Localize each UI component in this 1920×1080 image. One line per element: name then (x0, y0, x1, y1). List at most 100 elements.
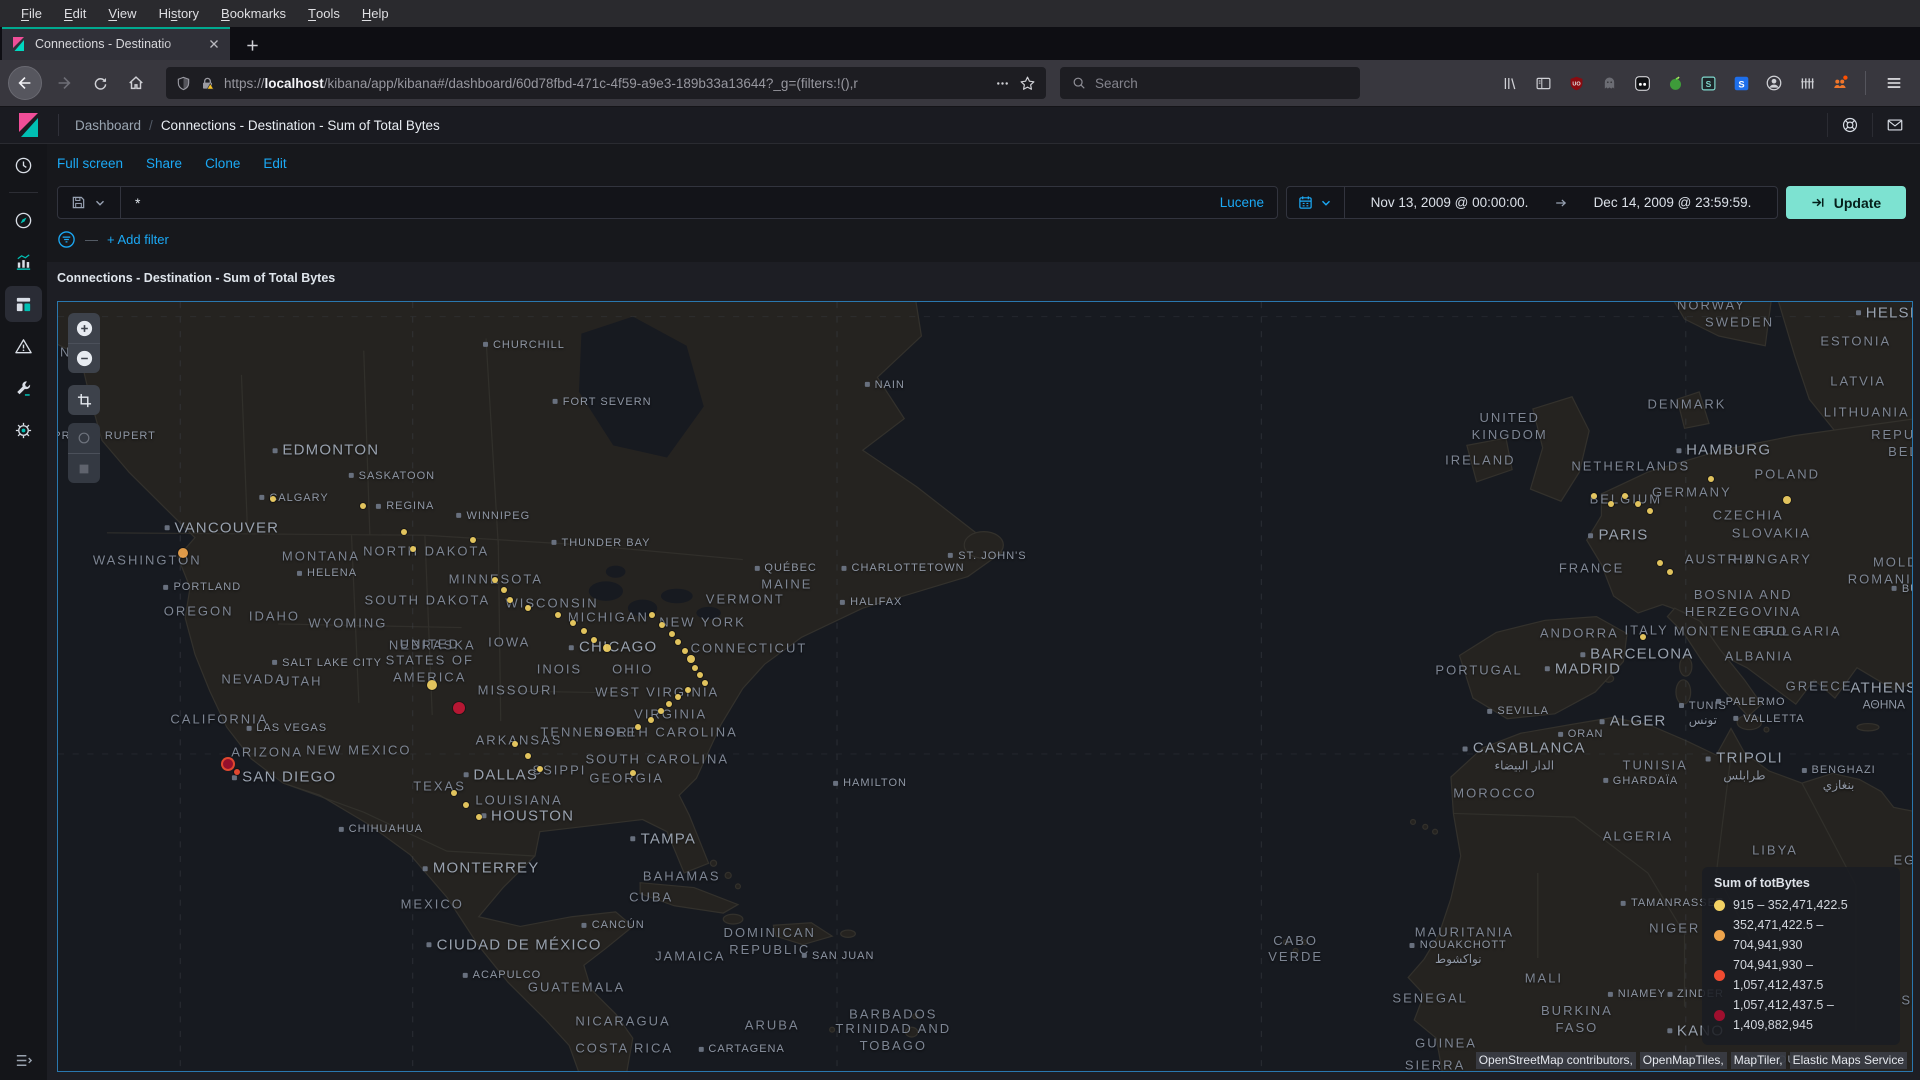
map-data-point[interactable] (409, 545, 416, 552)
map-data-point[interactable] (1608, 500, 1615, 507)
sidebar-item-management[interactable] (0, 409, 47, 451)
attribution-link[interactable]: MapTiler, (1730, 1052, 1786, 1069)
menu-item-edit[interactable]: Edit (53, 0, 97, 27)
map-data-point[interactable] (512, 741, 519, 748)
back-button[interactable] (8, 66, 42, 100)
map-data-point[interactable] (569, 619, 576, 626)
stylus-icon[interactable]: S (1697, 72, 1719, 94)
sidebar-item-dashboard[interactable] (0, 283, 47, 325)
page-actions-icon[interactable] (995, 76, 1010, 91)
map-data-point[interactable] (1621, 493, 1628, 500)
map-data-point[interactable] (687, 655, 696, 664)
date-quick-menu[interactable] (1287, 187, 1345, 218)
library-icon[interactable] (1499, 72, 1521, 94)
map-data-point[interactable] (668, 630, 675, 637)
newsfeed-icon[interactable] (1886, 116, 1904, 134)
map-data-point[interactable] (270, 495, 277, 502)
lock-warning-icon[interactable] (200, 76, 215, 91)
map-data-point[interactable] (659, 622, 666, 629)
home-button[interactable] (118, 66, 154, 100)
map-data-point[interactable] (634, 724, 641, 731)
browser-search[interactable]: Search (1060, 67, 1360, 99)
sidebar-item-recent[interactable] (0, 144, 47, 186)
blue-s-icon[interactable]: S (1730, 72, 1752, 94)
menu-hamburger-icon[interactable] (1876, 66, 1912, 100)
ublock-icon[interactable]: UO (1565, 72, 1587, 94)
map-data-point[interactable] (427, 679, 438, 690)
sidebar-item-dev-tools[interactable] (0, 367, 47, 409)
cookie-icon[interactable] (1631, 72, 1653, 94)
map-data-point[interactable] (1666, 568, 1673, 575)
menu-item-tools[interactable]: Tools (297, 0, 351, 27)
attribution-link[interactable]: Elastic Maps Service (1789, 1052, 1907, 1069)
edit-link[interactable]: Edit (263, 156, 286, 171)
map-data-point[interactable] (536, 765, 543, 772)
map-data-point[interactable] (692, 664, 699, 671)
map-data-point[interactable] (1639, 634, 1646, 641)
browser-tab[interactable]: Connections - Destinatio (2, 27, 230, 60)
menu-item-history[interactable]: Hi s tory (148, 0, 210, 27)
map-data-point[interactable] (491, 577, 498, 584)
map-data-point[interactable] (666, 701, 673, 708)
attribution-link[interactable]: OpenMapTiles, (1639, 1052, 1727, 1069)
sidebar-icon[interactable] (1532, 72, 1554, 94)
map-data-point[interactable] (701, 680, 708, 687)
attribution-link[interactable]: OpenStreetMap contributors, (1475, 1052, 1636, 1069)
new-tab-button[interactable] (236, 30, 268, 60)
box-select-button[interactable] (68, 385, 100, 415)
draw-rect-button[interactable] (68, 453, 100, 483)
reload-button[interactable] (82, 66, 118, 100)
map-data-point[interactable] (524, 605, 531, 612)
coordinate-map[interactable]: CHURCHILL FORT SEVERN NAIN PRINCE RUPERT EDM… (57, 301, 1913, 1072)
forward-button[interactable] (46, 66, 82, 100)
tab-close-icon[interactable] (207, 37, 221, 51)
update-button[interactable]: Update (1786, 186, 1906, 219)
map-data-point[interactable] (580, 628, 587, 635)
orange-people-icon[interactable] (1829, 72, 1851, 94)
map-data-point[interactable] (675, 639, 682, 646)
map-data-point[interactable] (507, 596, 514, 603)
map-data-point[interactable] (603, 644, 612, 653)
share-link[interactable]: Share (146, 156, 182, 171)
zoom-in-button[interactable] (68, 313, 100, 343)
map-data-point[interactable] (629, 770, 636, 777)
help-icon[interactable] (1841, 116, 1859, 134)
menu-item-view[interactable]: View (97, 0, 147, 27)
menu-item-bookmarks[interactable]: Bookmarks (210, 0, 297, 27)
map-data-point[interactable] (555, 612, 562, 619)
ghost-icon[interactable] (1598, 72, 1620, 94)
map-data-point[interactable] (590, 636, 597, 643)
map-data-point[interactable] (675, 693, 682, 700)
draw-circle-button[interactable] (68, 423, 100, 453)
tracking-shield-icon[interactable] (176, 76, 191, 91)
filter-icon[interactable] (57, 230, 76, 249)
map-data-point[interactable] (524, 753, 531, 760)
map-data-point[interactable] (359, 503, 366, 510)
map-data-point[interactable] (682, 647, 689, 654)
map-data-point[interactable] (1647, 507, 1654, 514)
saved-query-button[interactable] (58, 187, 121, 218)
date-end[interactable]: Dec 14, 2009 @ 23:59:59. (1594, 195, 1752, 210)
map-data-point[interactable] (649, 612, 656, 619)
map-data-point[interactable] (1657, 560, 1664, 567)
full-screen-link[interactable]: Full screen (57, 156, 123, 171)
sidebar-item-alerts[interactable] (0, 325, 47, 367)
nav-collapse-icon[interactable] (14, 1051, 33, 1070)
map-data-point[interactable] (475, 814, 482, 821)
sidebar-item-visualize[interactable] (0, 241, 47, 283)
map-data-point[interactable] (1591, 493, 1598, 500)
kibana-logo[interactable] (16, 112, 42, 138)
map-data-point[interactable] (501, 586, 508, 593)
query-language-toggle[interactable]: Lucene (1220, 195, 1277, 210)
breadcrumb-dashboard[interactable]: Dashboard (75, 118, 141, 133)
map-data-point[interactable] (463, 801, 470, 808)
add-filter-link[interactable]: + Add filter (107, 232, 169, 247)
map-data-point[interactable] (1635, 500, 1642, 507)
map-data-point[interactable] (648, 716, 655, 723)
containers-icon[interactable] (1796, 72, 1818, 94)
date-start[interactable]: Nov 13, 2009 @ 00:00:00. (1371, 195, 1529, 210)
bookmark-star-icon[interactable] (1019, 75, 1036, 92)
map-data-point[interactable] (469, 537, 476, 544)
map-data-point[interactable] (401, 528, 408, 535)
zoom-out-button[interactable] (68, 343, 100, 373)
